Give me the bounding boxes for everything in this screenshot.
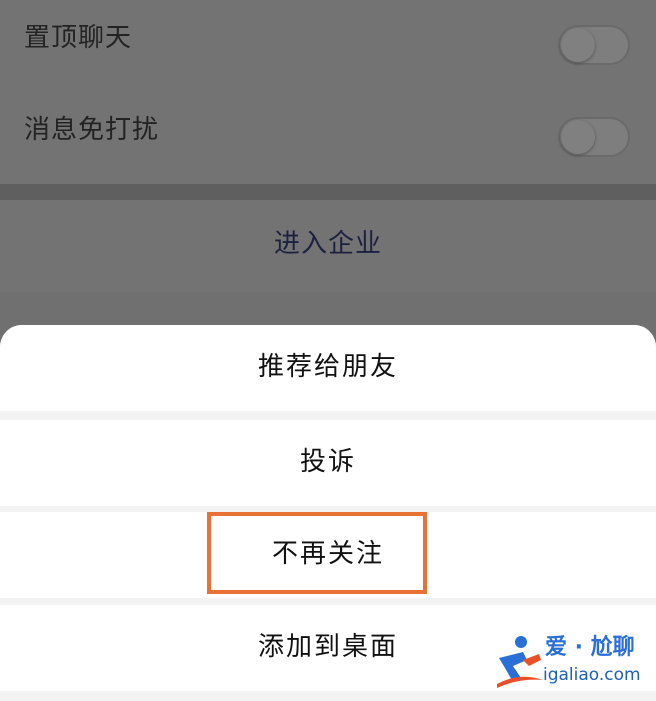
mute-toggle[interactable] bbox=[558, 117, 630, 157]
watermark-title: 爱 · 尬聊 bbox=[545, 635, 635, 660]
pin-chat-toggle[interactable] bbox=[558, 25, 630, 65]
watermark-url: igaliao.com bbox=[543, 665, 641, 685]
mute-label: 消息免打扰 bbox=[24, 115, 160, 145]
pin-chat-label: 置顶聊天 bbox=[24, 23, 133, 53]
watermark: 爱 · 尬聊 igaliao.com bbox=[493, 632, 653, 692]
toggle-knob bbox=[561, 120, 595, 154]
section-divider bbox=[0, 184, 656, 200]
complaint-button[interactable]: 投诉 bbox=[0, 420, 656, 506]
sheet-item-label: 推荐给朋友 bbox=[257, 352, 398, 382]
watermark-logo-icon bbox=[497, 636, 543, 688]
toggle-knob bbox=[561, 28, 595, 62]
sheet-item-label: 投诉 bbox=[299, 447, 356, 477]
enter-enterprise-button[interactable]: 进入企业 bbox=[0, 200, 656, 292]
enter-enterprise-label: 进入企业 bbox=[273, 229, 382, 259]
recommend-to-friend-button[interactable]: 推荐给朋友 bbox=[0, 325, 656, 411]
settings-row-mute[interactable]: 消息免打扰 bbox=[0, 92, 656, 184]
highlight-box bbox=[207, 512, 427, 594]
sheet-item-label: 添加到桌面 bbox=[257, 632, 398, 662]
settings-row-pin-chat[interactable]: 置顶聊天 bbox=[0, 0, 656, 92]
